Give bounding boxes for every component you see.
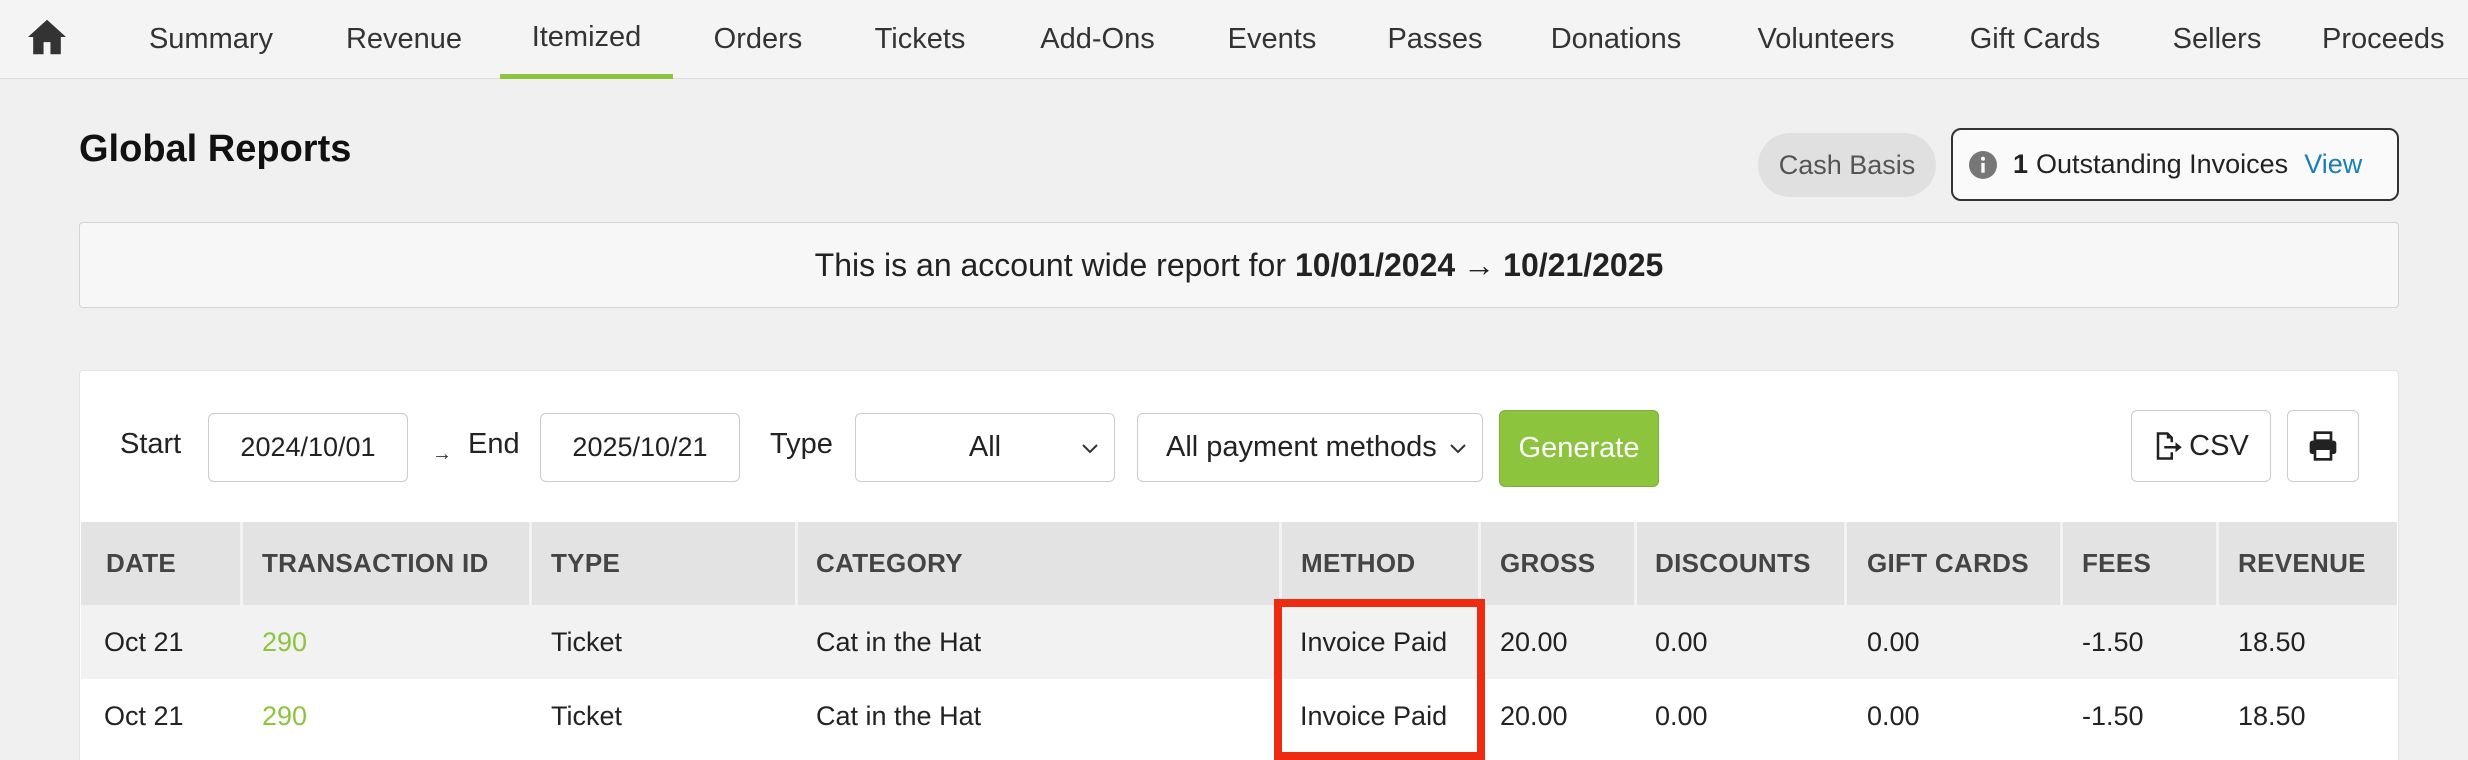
cell-discounts: 0.00: [1655, 700, 1708, 731]
cell-transaction-id-link[interactable]: 290: [262, 679, 307, 753]
column-divider: [2216, 522, 2219, 605]
banner-arrow: →: [1463, 246, 1496, 283]
cell-gift-cards: 0.00: [1867, 700, 1920, 731]
col-type[interactable]: TYPE: [551, 522, 620, 605]
tab-donations[interactable]: Donations: [1526, 0, 1706, 79]
payment-method-select[interactable]: All payment methods: [1137, 413, 1483, 482]
end-label: End: [468, 428, 520, 460]
outstanding-invoices-notice: 1 Outstanding Invoices View: [1951, 128, 2399, 201]
csv-export-button[interactable]: CSV: [2131, 410, 2271, 482]
col-method[interactable]: METHOD: [1301, 522, 1415, 605]
method-highlight-box: [1274, 599, 1485, 760]
banner-prefix: This is an account wide report for: [814, 246, 1286, 283]
col-revenue[interactable]: REVENUE: [2238, 522, 2366, 605]
cell-transaction-id-link[interactable]: 290: [262, 605, 307, 679]
col-date[interactable]: DATE: [106, 522, 176, 605]
tab-gift-cards[interactable]: Gift Cards: [1955, 0, 2115, 79]
tab-events[interactable]: Events: [1197, 0, 1347, 79]
tab-itemized[interactable]: Itemized: [500, 0, 673, 79]
cell-gift-cards: 0.00: [1867, 626, 1920, 657]
tab-orders[interactable]: Orders: [688, 0, 828, 79]
view-invoices-link[interactable]: View: [2304, 149, 2362, 180]
file-export-icon: [2156, 432, 2182, 460]
tab-revenue[interactable]: Revenue: [319, 0, 489, 79]
banner-end-date: 10/21/2025: [1503, 246, 1664, 283]
tab-passes[interactable]: Passes: [1360, 0, 1510, 79]
cell-date: Oct 21: [104, 626, 184, 657]
column-divider: [1478, 522, 1481, 605]
payment-method-value: All payment methods: [1166, 431, 1437, 463]
range-arrow: →: [432, 443, 452, 465]
generate-button[interactable]: Generate: [1499, 410, 1659, 487]
home-icon[interactable]: [26, 18, 68, 56]
column-divider: [240, 522, 243, 605]
tab-add-ons[interactable]: Add-Ons: [1010, 0, 1185, 79]
table-row: Oct 21 290 Ticket Cat in the Hat Invoice…: [81, 605, 2397, 679]
tab-volunteers[interactable]: Volunteers: [1738, 0, 1914, 79]
tab-proceeds[interactable]: Proceeds: [2322, 0, 2468, 79]
chevron-down-icon: [1082, 444, 1098, 454]
column-divider: [529, 522, 532, 605]
cell-revenue: 18.50: [2238, 626, 2306, 657]
cell-type: Ticket: [551, 700, 623, 731]
cell-gross: 20.00: [1500, 700, 1568, 731]
top-nav: Summary Revenue Itemized Orders Tickets …: [0, 0, 2468, 79]
col-category[interactable]: CATEGORY: [816, 522, 963, 605]
tab-summary[interactable]: Summary: [121, 0, 301, 79]
banner-start-date: 10/01/2024: [1295, 246, 1456, 283]
col-discounts[interactable]: DISCOUNTS: [1655, 522, 1811, 605]
column-divider: [2060, 522, 2063, 605]
col-fees[interactable]: FEES: [2082, 522, 2151, 605]
cash-basis-badge: Cash Basis: [1758, 133, 1936, 197]
invoice-count: 1: [2013, 149, 2029, 179]
start-date-input[interactable]: 2024/10/01: [208, 413, 408, 482]
invoice-text: Outstanding Invoices: [2036, 149, 2289, 179]
csv-label: CSV: [2189, 429, 2249, 462]
page-title: Global Reports: [79, 128, 352, 170]
col-gift-cards[interactable]: GIFT CARDS: [1867, 522, 2029, 605]
column-divider: [795, 522, 798, 605]
print-icon: [2309, 431, 2337, 461]
table-header: DATE TRANSACTION ID TYPE CATEGORY METHOD…: [81, 522, 2397, 605]
cell-gross: 20.00: [1500, 626, 1568, 657]
info-icon: [1969, 150, 1997, 179]
cell-discounts: 0.00: [1655, 626, 1708, 657]
start-label: Start: [120, 428, 182, 460]
report-range-banner: This is an account wide report for 10/01…: [79, 222, 2399, 308]
column-divider: [1279, 522, 1282, 605]
cell-revenue: 18.50: [2238, 700, 2306, 731]
chevron-down-icon: [1450, 444, 1466, 454]
column-divider: [1844, 522, 1847, 605]
cell-category: Cat in the Hat: [816, 626, 982, 657]
cell-fees: -1.50: [2082, 626, 2144, 657]
type-select[interactable]: All: [855, 413, 1115, 482]
print-button[interactable]: [2287, 410, 2359, 482]
col-transaction-id[interactable]: TRANSACTION ID: [262, 522, 489, 605]
cell-fees: -1.50: [2082, 700, 2144, 731]
tab-tickets[interactable]: Tickets: [844, 0, 996, 79]
cell-category: Cat in the Hat: [816, 700, 982, 731]
column-divider: [1634, 522, 1637, 605]
tab-sellers[interactable]: Sellers: [2158, 0, 2276, 79]
cell-date: Oct 21: [104, 700, 184, 731]
table-row: Oct 21 290 Ticket Cat in the Hat Invoice…: [81, 679, 2397, 753]
type-select-value: All: [968, 431, 1002, 463]
type-label: Type: [770, 428, 833, 460]
end-date-input[interactable]: 2025/10/21: [540, 413, 740, 482]
col-gross[interactable]: GROSS: [1500, 522, 1595, 605]
cell-type: Ticket: [551, 626, 623, 657]
